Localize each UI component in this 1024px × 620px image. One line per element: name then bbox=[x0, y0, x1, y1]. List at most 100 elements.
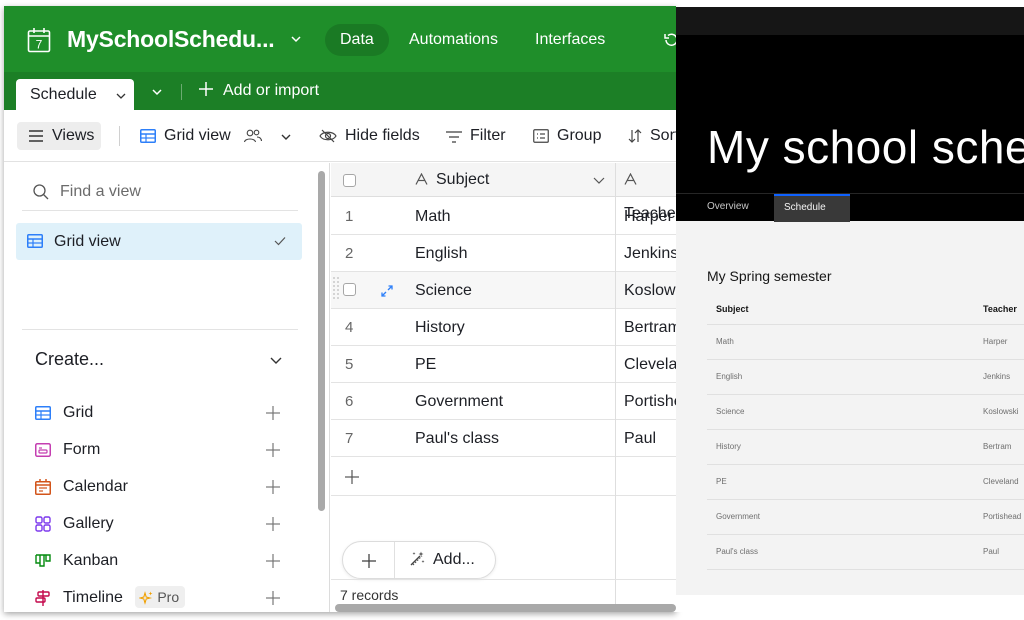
table-row[interactable]: 6 Government Portishead bbox=[331, 383, 676, 420]
views-button[interactable]: Views bbox=[17, 122, 101, 150]
group-label: Group bbox=[557, 127, 602, 144]
row-checkbox[interactable] bbox=[343, 283, 356, 296]
divider bbox=[394, 542, 395, 578]
table-row[interactable]: Government Portishead bbox=[707, 499, 1024, 534]
hide-fields-button[interactable]: Hide fields bbox=[319, 126, 420, 146]
nav-data[interactable]: Data bbox=[325, 24, 389, 56]
cell-teacher[interactable]: Koslowski bbox=[624, 272, 676, 309]
create-item-label: Gallery bbox=[63, 515, 114, 532]
chevron-down-icon[interactable] bbox=[151, 86, 163, 98]
plus-icon[interactable] bbox=[266, 406, 280, 420]
find-view-input[interactable]: Find a view bbox=[22, 175, 298, 211]
plus-icon[interactable] bbox=[266, 517, 280, 531]
create-kanban[interactable]: Kanban bbox=[35, 549, 285, 573]
create-gallery[interactable]: Gallery bbox=[35, 512, 285, 536]
cell-teacher[interactable]: Harper bbox=[624, 198, 673, 235]
expand-record-icon[interactable] bbox=[380, 284, 394, 298]
group-button[interactable]: Group bbox=[533, 126, 601, 146]
table-row[interactable]: 5 PE Cleveland bbox=[331, 346, 676, 383]
create-section-title[interactable]: Create... bbox=[35, 349, 104, 370]
table-tab-bar: Schedule Add or import bbox=[4, 72, 676, 112]
add-record-row[interactable] bbox=[331, 459, 616, 496]
sort-button[interactable]: Sort bbox=[628, 126, 676, 146]
create-timeline[interactable]: Timeline Pro bbox=[35, 586, 285, 610]
base-title[interactable]: MySchoolSchedu... bbox=[67, 26, 275, 53]
cell-teacher[interactable]: Portishead bbox=[624, 383, 676, 420]
plus-icon[interactable] bbox=[266, 480, 280, 494]
interface-preview-window: My school schedule Overview Schedule My … bbox=[676, 7, 1024, 612]
table-row[interactable]: PE Cleveland bbox=[707, 464, 1024, 499]
sparkle-icon bbox=[138, 591, 153, 605]
column-header-subject[interactable]: Subject bbox=[415, 163, 615, 197]
divider bbox=[707, 569, 1024, 570]
page-bottom bbox=[676, 595, 1024, 612]
divider bbox=[331, 579, 676, 580]
drag-handle-icon[interactable] bbox=[333, 276, 339, 304]
add-with-ai-button[interactable]: Add... bbox=[409, 542, 475, 578]
cell-teacher[interactable]: Cleveland bbox=[624, 346, 676, 383]
records-grid: Subject Teacher 1 Math Harper 2 English … bbox=[331, 163, 676, 612]
cell-subject[interactable]: PE bbox=[415, 346, 436, 383]
sidebar-scrollbar[interactable] bbox=[318, 171, 325, 511]
cell-subject[interactable]: Science bbox=[415, 272, 472, 309]
views-sidebar: Find a view Grid view Create... Grid For… bbox=[4, 163, 330, 612]
cell-subject: Government bbox=[716, 512, 761, 521]
plus-icon[interactable] bbox=[266, 591, 280, 605]
table-row[interactable]: Math Harper bbox=[707, 324, 1024, 359]
column-header-label: Subject bbox=[436, 171, 490, 188]
nav-automations[interactable]: Automations bbox=[394, 24, 513, 56]
nav-interfaces[interactable]: Interfaces bbox=[520, 24, 620, 56]
view-toolbar: Views Grid view Hide fields Filter Group… bbox=[4, 110, 676, 162]
magic-wand-icon bbox=[410, 551, 425, 566]
cell-subject[interactable]: History bbox=[415, 309, 465, 346]
sidebar-item-label: Grid view bbox=[54, 233, 121, 250]
table-row[interactable]: Science Koslowski bbox=[707, 394, 1024, 429]
chevron-down-icon[interactable] bbox=[290, 33, 302, 45]
chevron-down-icon[interactable] bbox=[270, 355, 282, 365]
create-calendar[interactable]: Calendar bbox=[35, 475, 285, 499]
grid-view-switcher[interactable]: Grid view bbox=[140, 126, 300, 146]
table-row[interactable]: 4 History Bertram bbox=[331, 309, 676, 346]
create-form[interactable]: Form bbox=[35, 438, 285, 462]
divider bbox=[119, 126, 120, 146]
plus-icon[interactable] bbox=[266, 443, 280, 457]
cell-subject[interactable]: English bbox=[415, 235, 467, 272]
cell-teacher[interactable]: Jenkins bbox=[624, 235, 676, 272]
svg-text:7: 7 bbox=[36, 38, 43, 52]
plus-icon[interactable] bbox=[362, 554, 376, 568]
column-header-teacher[interactable]: Teacher bbox=[624, 163, 676, 222]
table-header-subject: Subject bbox=[716, 304, 749, 314]
table-row[interactable]: Science Koslowski bbox=[331, 272, 676, 309]
table-row[interactable]: 1 Math Harper bbox=[331, 198, 676, 235]
filter-button[interactable]: Filter bbox=[446, 126, 506, 146]
select-all-checkbox[interactable] bbox=[343, 174, 356, 187]
cell-subject[interactable]: Government bbox=[415, 383, 503, 420]
interface-tabs: Overview Schedule bbox=[676, 193, 1024, 222]
table-row[interactable]: 7 Paul's class Paul bbox=[331, 420, 676, 457]
create-item-label: Timeline bbox=[63, 589, 123, 606]
cell-teacher[interactable]: Bertram bbox=[624, 309, 676, 346]
tab-schedule[interactable]: Schedule bbox=[16, 79, 134, 112]
plus-icon[interactable] bbox=[266, 554, 280, 568]
table-row[interactable]: Paul's class Paul bbox=[707, 534, 1024, 569]
filter-label: Filter bbox=[470, 127, 506, 144]
form-icon bbox=[35, 443, 51, 457]
table-row[interactable]: 2 English Jenkins bbox=[331, 235, 676, 272]
sidebar-item-grid-view[interactable]: Grid view bbox=[16, 223, 302, 260]
cell-subject[interactable]: Paul's class bbox=[415, 420, 499, 457]
chevron-down-icon bbox=[281, 134, 291, 140]
tab-overview[interactable]: Overview bbox=[696, 194, 760, 222]
cell-teacher[interactable]: Paul bbox=[624, 420, 656, 457]
table-row[interactable]: History Bertram bbox=[707, 429, 1024, 464]
history-icon[interactable] bbox=[663, 32, 676, 48]
chevron-down-icon[interactable] bbox=[593, 175, 605, 185]
add-or-import-label: Add or import bbox=[223, 82, 320, 99]
tab-schedule[interactable]: Schedule bbox=[774, 194, 850, 222]
cell-subject[interactable]: Math bbox=[415, 198, 451, 235]
horizontal-scrollbar[interactable] bbox=[335, 604, 676, 612]
table-row[interactable]: English Jenkins bbox=[707, 359, 1024, 394]
create-grid[interactable]: Grid bbox=[35, 401, 285, 425]
create-item-label: Form bbox=[63, 441, 101, 458]
row-number: 2 bbox=[345, 245, 354, 262]
add-or-import-button[interactable]: Add or import bbox=[199, 80, 319, 102]
